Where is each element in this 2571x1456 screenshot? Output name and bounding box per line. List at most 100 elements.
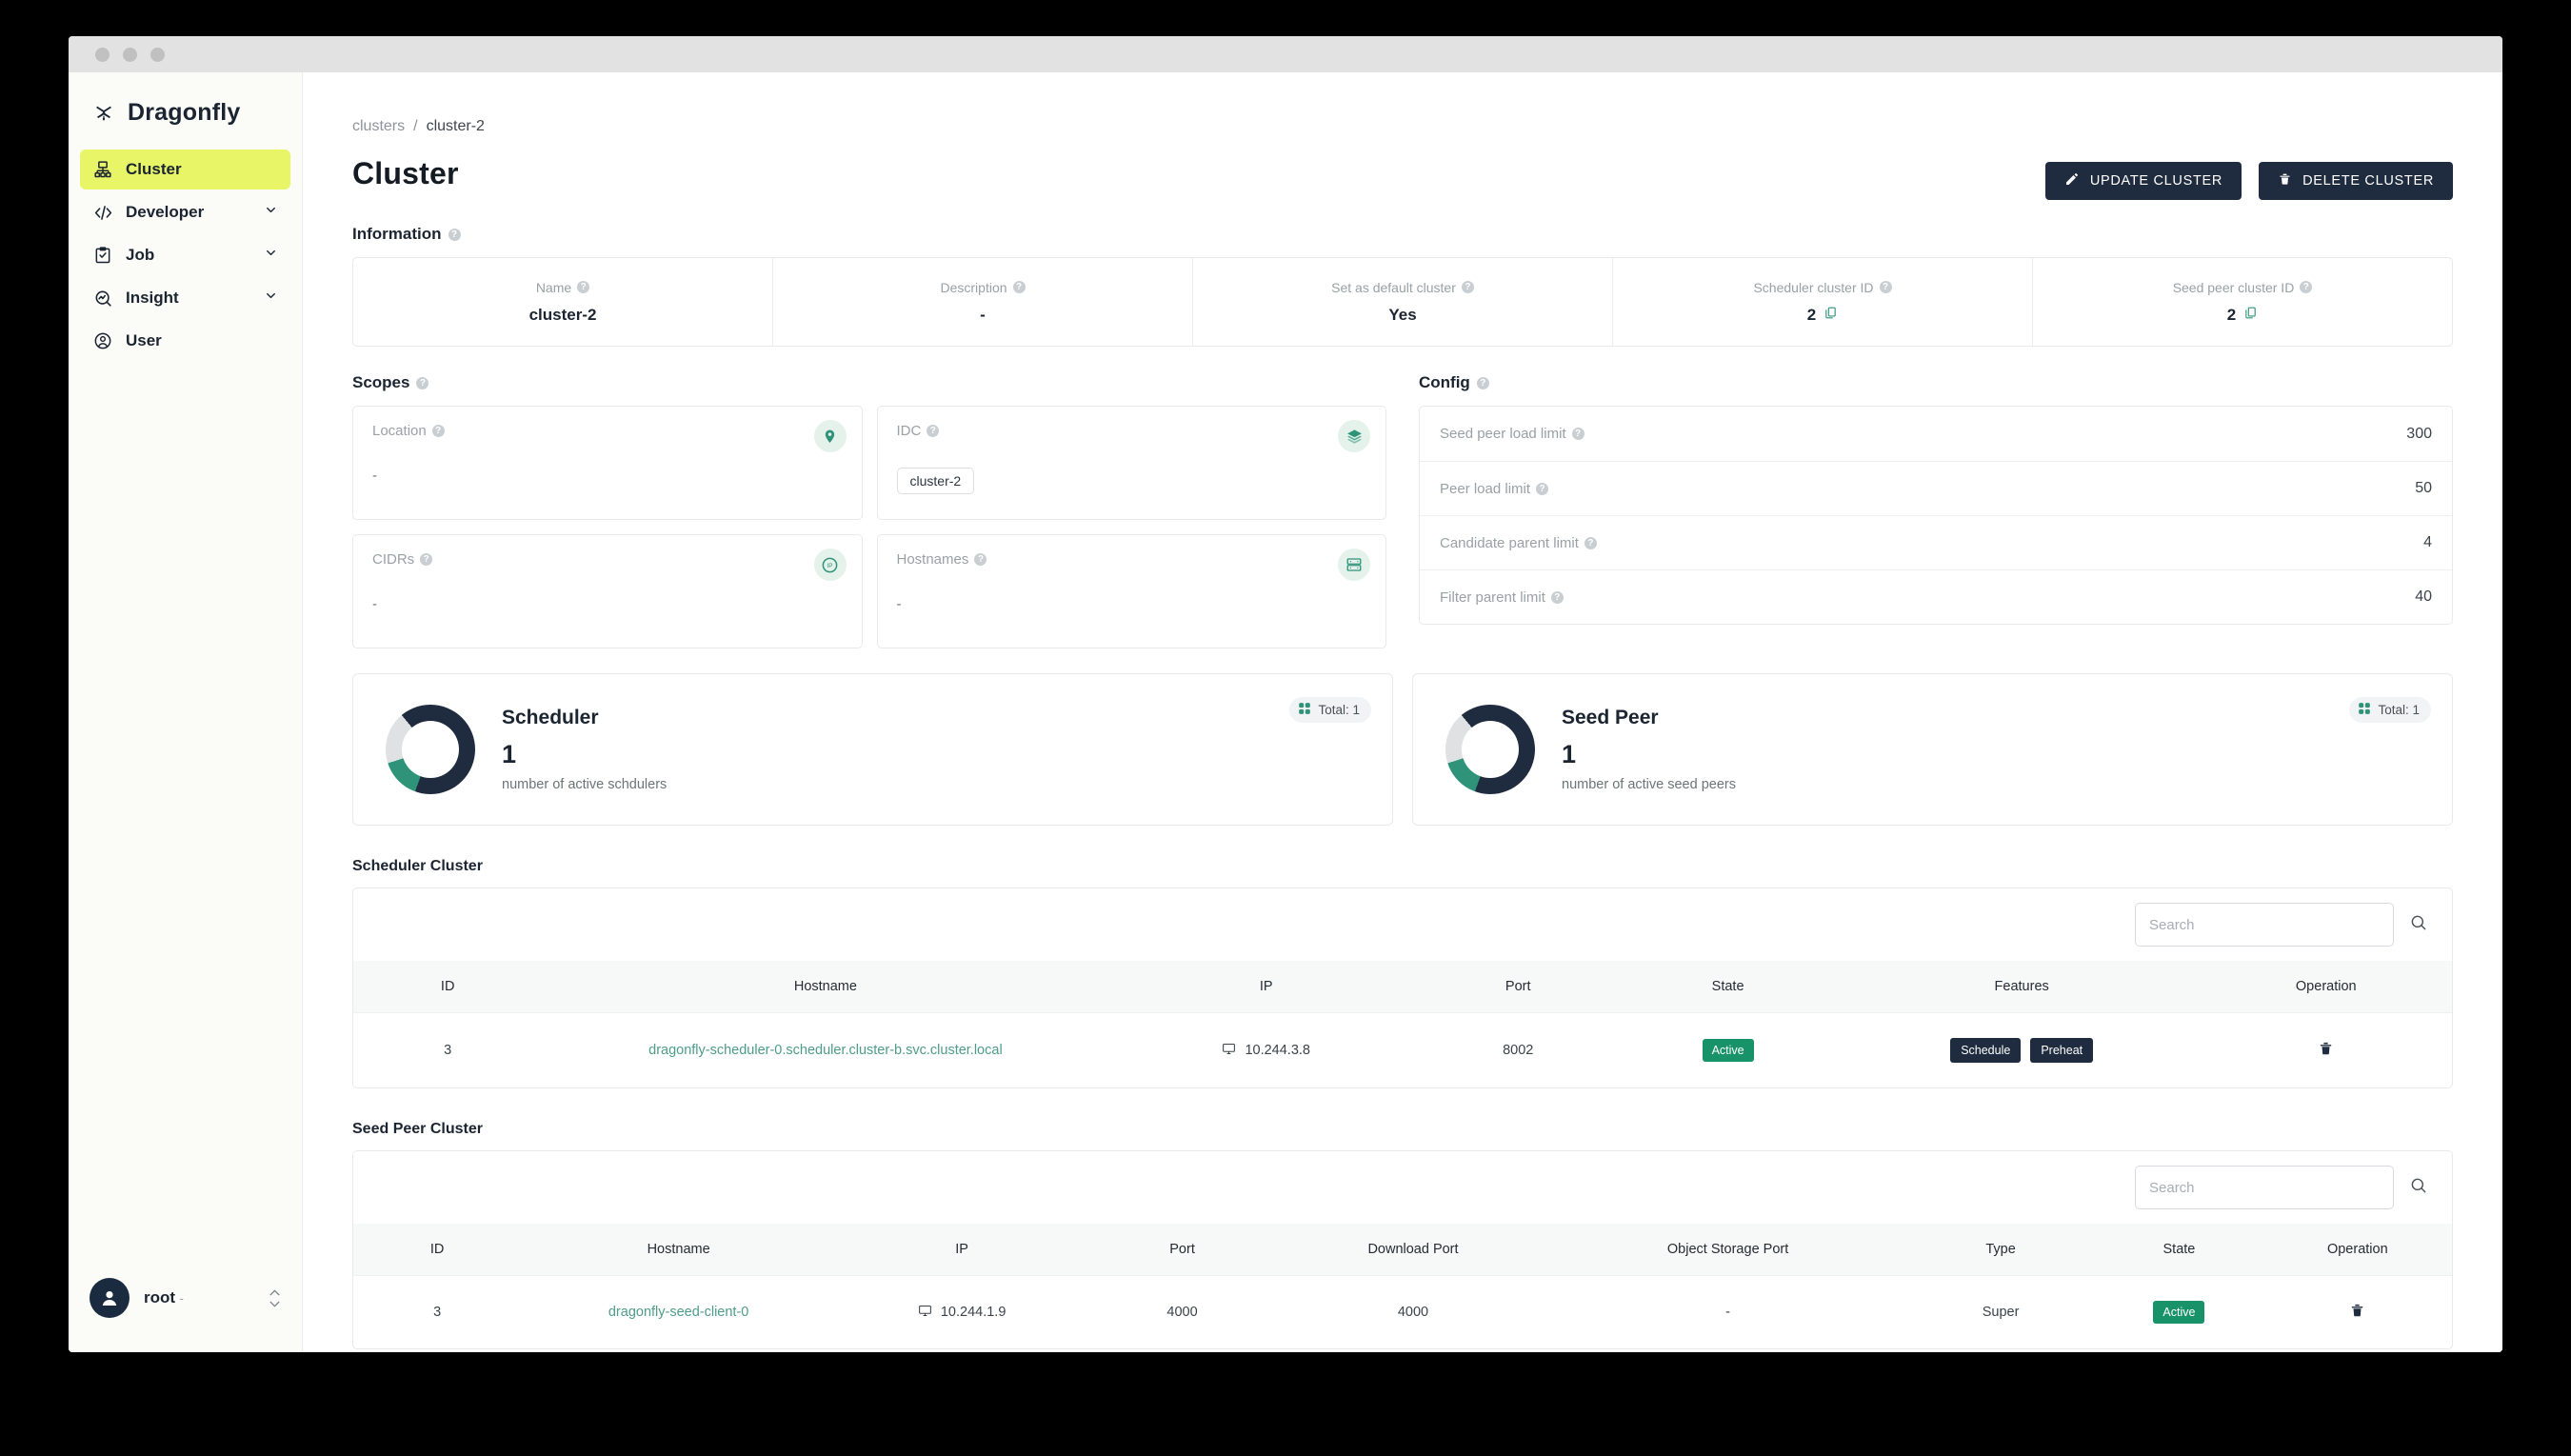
help-icon[interactable]: ? [1879,281,1892,293]
sidebar-item-developer[interactable]: Developer [80,192,290,232]
column-header-ip: IP [955,1242,968,1257]
info-label: Set as default cluster? [1331,280,1474,295]
page-title: Cluster [352,156,459,190]
profile-name: root [144,1288,176,1306]
sidebar-item-user[interactable]: User [80,321,290,361]
column-header-hostname: Hostname [647,1242,710,1257]
stat-count: 1 [502,740,517,768]
scheduler-stat-card: Scheduler 1 number of active schdulers T… [352,673,1393,826]
header-actions: UPDATE CLUSTER DELETE CLUSTER [2044,156,2453,200]
window-maximize-dot[interactable] [150,47,165,62]
help-icon[interactable]: ? [1571,428,1584,440]
info-label: Description? [940,280,1026,295]
scope-value: - [896,596,902,612]
stat-subtitle: number of active schdulers [502,777,668,792]
help-icon[interactable]: ? [1584,536,1597,549]
sidebar-item-job[interactable]: Job [80,235,290,275]
hostname-link[interactable]: dragonfly-scheduler-0.scheduler.cluster-… [648,1043,1003,1058]
info-value: cluster-2 [528,305,597,324]
svg-text:IP: IP [827,563,833,569]
help-icon[interactable]: ? [927,425,940,437]
scopes-grid: Location? - CIDRs? IP - IDC ? cluster-2 … [352,406,1386,648]
help-icon[interactable]: ? [448,228,461,241]
cell-port: 4000 [1087,1275,1277,1348]
config-title: Config ? [1419,373,2453,392]
help-icon[interactable]: ? [2300,281,2313,293]
scheduler-search-box[interactable] [2135,903,2394,947]
grid-dots-icon [1298,702,1311,718]
help-icon[interactable]: ? [1461,281,1474,293]
info-value: 2 [1807,306,1838,325]
breadcrumb-current: cluster-2 [426,118,485,134]
sidebar-item-label: User [126,331,162,349]
ip-text: 10.244.3.8 [1245,1043,1310,1058]
scopes-column: Scopes ? Location? - CIDRs ? IP - IDC ? … [352,373,1386,648]
help-icon[interactable]: ? [1550,590,1564,604]
chevron-down-icon [264,203,278,222]
config-label: Peer load limit? [1440,481,1549,497]
cell-ip: 10.244.3.8 [1108,1012,1425,1087]
scope-card-location: Location? - [352,406,863,520]
info-cell-default-cluster: Set as default cluster? Yes [1192,258,1612,346]
info-cell-name: Name? cluster-2 [353,258,772,346]
column-header-operation: Operation [2295,979,2357,994]
update-cluster-button[interactable]: UPDATE CLUSTER [2044,162,2242,200]
column-header-port: Port [1169,1242,1195,1257]
hostname-link[interactable]: dragonfly-seed-client-0 [608,1305,749,1320]
scope-value: - [372,468,377,484]
help-icon[interactable]: ? [1012,281,1026,293]
help-icon[interactable]: ? [974,553,987,566]
search-icon[interactable] [2409,913,2428,937]
search-input[interactable] [2149,916,2380,933]
config-row-peer-load-limit: Peer load limit? 50 [1420,461,2452,515]
scheduler-table: ID Hostname IP Port State Features Opera… [353,961,2452,1087]
brand[interactable]: Dragonfly [69,72,302,146]
scope-value: - [372,596,377,612]
column-header-ip: IP [1259,979,1273,994]
copy-icon[interactable] [1824,306,1838,325]
scope-value: cluster-2 [896,468,1367,494]
search-input[interactable] [2149,1179,2380,1196]
scopes-left-column: Location? - CIDRs? IP - [352,406,863,648]
cell-state: Active [2095,1275,2263,1348]
column-header-id: ID [440,979,455,994]
window-close-dot[interactable] [95,47,110,62]
window-minimize-dot[interactable] [123,47,137,62]
help-icon[interactable]: ? [431,425,445,437]
scope-label: Hostnames? [897,551,1367,568]
user-profile[interactable]: root - [69,1278,302,1352]
help-icon[interactable]: ? [577,281,590,293]
help-icon[interactable]: ? [1476,376,1489,389]
sidebar-nav: Cluster Developer Job Insight User [69,146,302,361]
idc-chip[interactable]: cluster-2 [896,468,975,494]
search-icon[interactable] [2409,1176,2428,1200]
sidebar-item-insight[interactable]: Insight [80,278,290,318]
insight-icon [92,288,113,309]
column-header-operation: Operation [2326,1242,2388,1257]
pencil-icon [2064,171,2080,190]
cell-operation [2262,1275,2452,1348]
help-icon[interactable]: ? [416,376,429,389]
help-icon[interactable]: ? [420,553,433,566]
feature-badge-preheat: Preheat [2030,1038,2094,1063]
delete-seed-peer-button[interactable] [2349,1302,2365,1322]
delete-scheduler-button[interactable] [2318,1040,2334,1060]
chevron-up-down-icon[interactable] [269,1288,281,1308]
config-row-filter-parent-limit: Filter parent limit? 40 [1420,569,2452,624]
sidebar-item-cluster[interactable]: Cluster [80,150,290,189]
info-value: Yes [1388,305,1417,324]
seed-peer-table-header-row: ID Hostname IP Port Download Port Object… [353,1224,2452,1276]
scope-label: Location? [372,423,843,439]
column-header-download-port: Download Port [1367,1242,1459,1257]
seed-peer-search-box[interactable] [2135,1166,2394,1209]
table-row: 3 dragonfly-scheduler-0.scheduler.cluste… [353,1012,2452,1087]
breadcrumb: clusters / cluster-2 [352,118,2453,135]
help-icon[interactable]: ? [1536,482,1549,495]
delete-cluster-button[interactable]: DELETE CLUSTER [2259,162,2453,200]
breadcrumb-clusters[interactable]: clusters [352,118,405,135]
stat-name: Scheduler [502,707,599,728]
total-label: Total: 1 [1318,703,1360,717]
config-title-text: Config [1419,373,1470,391]
copy-icon[interactable] [2243,306,2258,325]
